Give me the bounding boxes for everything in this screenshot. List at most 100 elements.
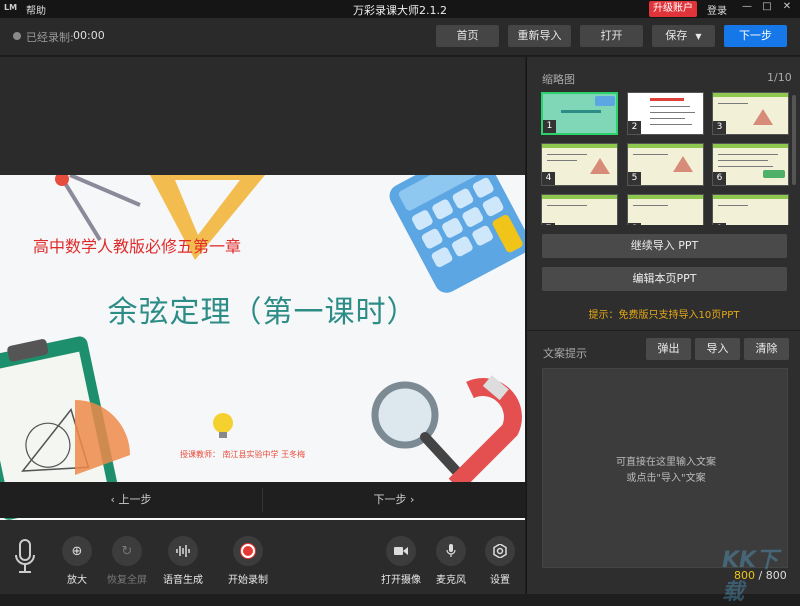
upgrade-account-button[interactable]: 升级账户 [649, 1, 697, 17]
copy-hint-label: 文案提示 [543, 345, 587, 361]
settings-tool[interactable]: 设置 [472, 536, 528, 586]
thumbnail-item[interactable]: 5 [627, 143, 704, 186]
mic-icon [436, 536, 466, 566]
slide-subtitle: 高中数学人教版必修五第一章 [33, 233, 241, 257]
microphone-label: 麦克风 [423, 571, 479, 586]
thumb-bar [713, 144, 788, 148]
close-icon[interactable]: ✕ [780, 1, 794, 12]
maximize-icon[interactable]: □ [760, 1, 774, 12]
camera-icon [386, 536, 416, 566]
thumbnail-number: 4 [542, 172, 555, 185]
free-version-tip: 提示：免费版只支持导入10页PPT [527, 306, 800, 321]
thumb-text-line [547, 154, 587, 155]
save-dropdown[interactable]: 保存 ▼ [652, 25, 715, 47]
home-button[interactable]: 首页 [436, 25, 499, 47]
thumbnail-item[interactable]: 9 [712, 194, 789, 225]
thumbnail-scrollbar[interactable] [792, 95, 796, 185]
open-camera-tool[interactable]: 打开摄像 [373, 536, 429, 586]
thumb-text-line [650, 124, 692, 125]
thumbnail-item[interactable]: 8 [627, 194, 704, 225]
popup-button[interactable]: 弹出 [646, 338, 691, 360]
zoom-in-label: 放大 [49, 571, 105, 586]
thumb-triangle [590, 158, 610, 174]
thumbnail-item[interactable]: 6 [712, 143, 789, 186]
next-label: 下一步 [374, 493, 407, 506]
thumbnail-number: 7 [542, 223, 555, 225]
slide-preview-panel: 高中数学人教版必修五第一章 余弦定理（第一课时） 授课教师： 南江县实验中学 王… [0, 57, 525, 594]
thumbnail-item[interactable]: 1 [541, 92, 618, 135]
slide-footer: 授课教师： 南江县实验中学 王冬梅 [180, 449, 305, 460]
thumb-text-line [650, 106, 690, 107]
mic-level-icon [14, 539, 36, 575]
voice-generate-tool[interactable]: 语音生成 [155, 536, 211, 586]
restore-fullscreen-tool[interactable]: ↻ 恢复全屏 [99, 536, 155, 586]
microphone-tool[interactable]: 麦克风 [423, 536, 479, 586]
thumbnail-number: 3 [713, 121, 726, 134]
next-slide-button[interactable]: 下一步 › [263, 482, 525, 518]
thumb-title-line [561, 110, 601, 113]
thumbnails-title: 缩略图 [542, 71, 575, 87]
waveform-icon [168, 536, 198, 566]
bottom-toolbar: ⊕ 放大 ↻ 恢复全屏 语音生成 开始录制 打开摄像 麦克风 [0, 520, 525, 594]
thumb-text-line [718, 160, 768, 161]
settings-label: 设置 [472, 571, 528, 586]
thumb-bar [713, 93, 788, 97]
chevron-down-icon: ▼ [695, 32, 701, 41]
login-link[interactable]: 登录 [707, 2, 727, 17]
thumbnail-grid: 1 2 3 4 5 [541, 92, 791, 225]
thumbnail-item[interactable]: 4 [541, 143, 618, 186]
copy-placeholder: 可直接在这里输入文案 或点击"导入"文案 [543, 455, 789, 487]
thumb-title-line [650, 98, 684, 101]
slide-pager: ‹ 上一步 下一步 › [0, 482, 525, 518]
clear-button[interactable]: 清除 [744, 338, 789, 360]
thumb-text-line [633, 154, 668, 155]
prev-label: 上一步 [118, 493, 151, 506]
zoom-in-icon: ⊕ [62, 536, 92, 566]
restore-label: 恢复全屏 [99, 571, 155, 586]
save-label: 保存 [665, 29, 687, 42]
thumbnail-item[interactable]: 3 [712, 92, 789, 135]
char-counter: 800 / 800 [734, 569, 787, 582]
copy-placeholder-line1: 可直接在这里输入文案 [543, 455, 789, 471]
edit-page-ppt-button[interactable]: 编辑本页PPT [542, 267, 787, 291]
continue-import-ppt-button[interactable]: 继续导入 PPT [542, 234, 787, 258]
start-record-tool[interactable]: 开始录制 [220, 536, 276, 586]
top-toolbar: 已经录制: 00:00 首页 重新导入 打开 保存▼ 下一步 [0, 18, 800, 56]
thumbnail-item[interactable]: 2 [627, 92, 704, 135]
thumb-text-line [547, 205, 587, 206]
zoom-in-tool[interactable]: ⊕ 放大 [49, 536, 105, 586]
thumbnail-item[interactable]: 7 [541, 194, 618, 225]
open-button[interactable]: 打开 [580, 25, 643, 47]
minimize-icon[interactable]: — [740, 1, 754, 12]
slide-title: 余弦定理（第一课时） [0, 287, 525, 331]
char-count-total: 800 [766, 569, 787, 582]
import-copy-button[interactable]: 导入 [695, 338, 740, 360]
record-icon [233, 536, 263, 566]
thumbnail-number: 5 [628, 172, 641, 185]
thumb-calculator [595, 96, 615, 106]
copy-textarea[interactable]: 可直接在这里输入文案 或点击"导入"文案 [542, 368, 788, 568]
copy-placeholder-line2: 或点击"导入"文案 [543, 471, 789, 487]
thumb-text-line [718, 166, 773, 167]
right-panel: 缩略图 1/10 1 2 3 4 [526, 57, 800, 594]
next-step-button[interactable]: 下一步 [724, 25, 787, 47]
settings-icon [485, 536, 515, 566]
prev-slide-button[interactable]: ‹ 上一步 [0, 482, 262, 518]
chevron-right-icon: › [407, 493, 415, 506]
thumbnail-number: 9 [713, 223, 726, 225]
reimport-button[interactable]: 重新导入 [508, 25, 571, 47]
thumb-triangle [753, 109, 773, 125]
thumb-text-line [718, 154, 778, 155]
char-count-separator: / [755, 569, 766, 582]
thumb-text-line [547, 160, 577, 161]
thumb-bar [628, 144, 703, 148]
thumbnail-number: 8 [628, 223, 641, 225]
thumb-bar [542, 195, 617, 199]
thumb-text-line [650, 112, 695, 113]
thumb-text-line [633, 205, 668, 206]
thumbnails-count: 1/10 [767, 71, 792, 84]
char-count-current: 800 [734, 569, 755, 582]
thumb-button [763, 170, 785, 178]
thumb-bar [542, 144, 617, 148]
voice-generate-label: 语音生成 [155, 571, 211, 586]
